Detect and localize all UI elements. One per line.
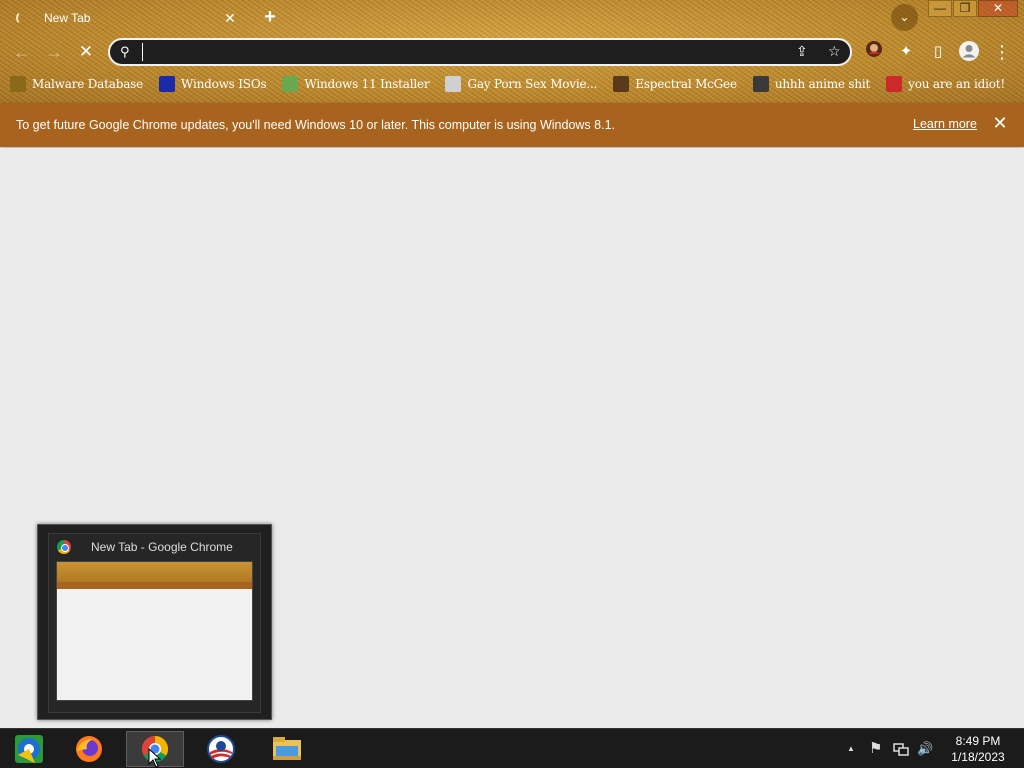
infobar-close-icon[interactable]: ✕ [990,113,1010,134]
forward-button[interactable]: → [42,40,66,64]
taskbar-chrome-canary-icon[interactable] [0,731,58,767]
bookmarks-bar: Malware Database Windows ISOs Windows 11… [10,74,1021,94]
clock[interactable]: 8:49 PM 1/18/2023 [940,733,1016,765]
address-input[interactable] [142,43,782,61]
bookmark-star-icon[interactable]: ☆ [828,43,841,60]
stop-loading-button[interactable]: ✕ [74,40,98,64]
profile-icon[interactable] [957,40,981,64]
taskbar-file-explorer-icon[interactable] [258,731,316,767]
action-center-flag-icon[interactable]: ⚑ [869,729,882,768]
clock-time: 8:49 PM [955,734,1001,748]
mouse-cursor-icon [148,747,162,768]
bookmark-espectral-mcgee[interactable]: Espectral McGee [613,76,737,92]
tray-overflow-arrow-icon[interactable]: ▲ [847,729,855,768]
restore-button[interactable]: ❐ [953,0,977,17]
thumbnail-title: New Tab - Google Chrome [91,540,233,554]
bookmark-favicon-icon [752,76,769,92]
update-infobar: To get future Google Chrome updates, you… [0,103,1024,147]
back-button[interactable]: ← [10,40,34,64]
bookmark-favicon-icon [10,76,26,92]
tab-title: New Tab [44,11,91,25]
bookmark-favicon-icon [159,76,176,92]
bookmark-favicon-icon [282,76,299,92]
infobar-message: To get future Google Chrome updates, you… [16,118,615,132]
loading-spinner-icon [16,11,30,25]
profile-avatar-extension-icon[interactable] [862,40,886,64]
taskbar-firefox-icon[interactable] [60,731,118,767]
clock-date: 1/18/2023 [951,750,1005,764]
chrome-menu-icon[interactable]: ⋮ [990,40,1014,64]
new-tab-button[interactable]: + [258,6,282,30]
close-window-button[interactable]: ✕ [978,0,1018,17]
bookmark-favicon-icon [886,76,903,92]
tab-new-tab[interactable]: New Tab ✕ [8,4,246,32]
chrome-frame: New Tab ✕ + ⌄ — ❐ ✕ ← → ✕ ⚲ ⇪ ☆ ✦ ▯ ⋮ Ma… [0,0,1024,103]
tab-close-icon[interactable]: ✕ [222,10,238,27]
thumbnail-image [56,561,253,701]
bookmark-gay-porn-sex-movie[interactable]: Gay Porn Sex Movie... [445,76,597,92]
bookmark-uhhh-anime-shit[interactable]: uhhh anime shit [752,76,870,92]
taskbar-thumbnail-preview[interactable]: New Tab - Google Chrome [37,524,272,720]
search-icon: ⚲ [120,44,130,59]
address-bar[interactable]: ⚲ ⇪ ☆ [108,38,852,66]
bookmark-you-are-an-idiot[interactable]: you are an idiot! [886,76,1005,92]
bookmark-malware-database[interactable]: Malware Database [10,76,143,92]
taskbar-obama-logo-icon[interactable] [192,731,250,767]
bookmark-windows-11-installer[interactable]: Windows 11 Installer [282,76,430,92]
extensions-puzzle-icon[interactable]: ✦ [894,40,918,64]
learn-more-link[interactable]: Learn more [913,117,977,131]
network-icon[interactable] [893,729,909,768]
bookmark-favicon-icon [445,76,462,92]
bookmark-windows-isos[interactable]: Windows ISOs [159,76,267,92]
volume-icon[interactable]: 🔊 [917,729,933,768]
bookmark-favicon-icon [613,76,630,92]
chrome-icon [57,540,71,554]
side-panel-icon[interactable]: ▯ [926,40,950,64]
tab-search-button[interactable]: ⌄ [891,4,918,31]
minimize-button[interactable]: — [928,0,952,17]
share-icon[interactable]: ⇪ [796,43,808,60]
